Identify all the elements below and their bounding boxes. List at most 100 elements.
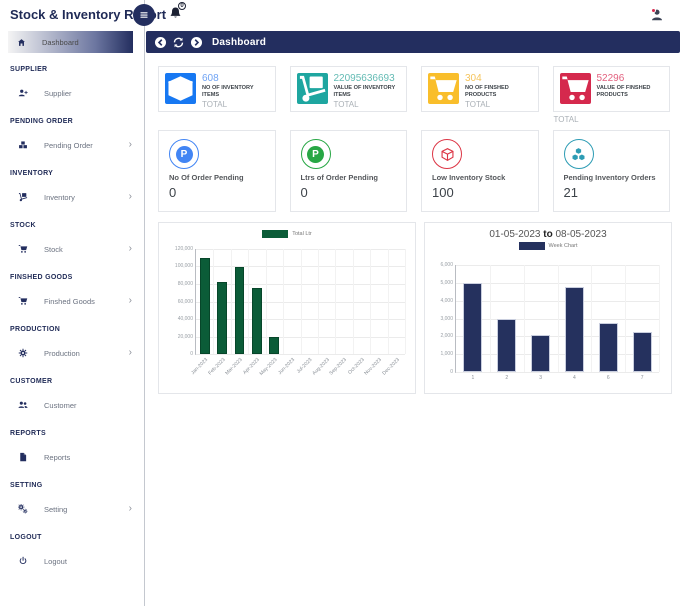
cart-icon (18, 244, 28, 254)
sidebar-section-header: INVENTORY (10, 170, 54, 177)
sidebar-section-header: PRODUCTION (10, 326, 61, 333)
dolly-icon (18, 192, 28, 202)
sidebar-toggle-button[interactable] (133, 4, 155, 26)
sidebar-item-label: Pending Order (44, 140, 93, 150)
monthly-bar-chart: 120,000 100,000 80,000 60,000 40,000 20,000 0 J… (175, 246, 406, 377)
stat-value: 304 (465, 73, 482, 84)
summary-card-label: Ltrs of Order Pending (300, 173, 379, 182)
x-axis-tick: 1 (471, 375, 475, 381)
summary-card: P No Of Order Pending 0 (158, 130, 276, 212)
chevron-right-icon: › (128, 503, 132, 514)
summary-card-label: Pending Inventory Orders (563, 173, 656, 182)
x-axis-tick: Feb-2023 (206, 357, 227, 377)
sidebar-item-finshed-goods[interactable]: Finshed Goods › (0, 290, 144, 312)
sidebar: Dashboard SUPPLIER Supplier PENDING ORDER P… (0, 0, 145, 606)
forward-button[interactable] (190, 36, 203, 49)
sidebar-section: PRODUCTION Production › (0, 317, 144, 364)
pending-circle-icon: P (169, 139, 199, 169)
summary-card-value: 0 (300, 184, 308, 200)
chart-legend: Total Ltr (159, 230, 415, 238)
chart-bar (252, 287, 262, 354)
stat-label: VALUE OF FINSHED PRODUCTS (596, 85, 651, 98)
y-axis-tick: 5,000 (440, 279, 453, 286)
sidebar-item-supplier[interactable]: Supplier (0, 82, 144, 104)
legend-swatch (518, 242, 545, 250)
stat-text: 22095636693 VALUE OF INVENTORY ITEMS TOTAL (334, 73, 401, 109)
chart-bar (269, 336, 280, 354)
y-axis-tick: 80,000 (177, 280, 193, 287)
box-icon (165, 73, 196, 104)
sidebar-item-production[interactable]: Production › (0, 342, 144, 364)
chart-title-start: 01-05-2023 (489, 229, 541, 240)
stat-sub: TOTAL (202, 100, 228, 109)
sidebar-item-label: Finshed Goods (44, 296, 95, 306)
sidebar-item-reports[interactable]: Reports (0, 446, 144, 468)
y-axis-tick: 2,000 (440, 333, 453, 340)
y-axis-tick: 120,000 (174, 246, 193, 252)
gridline (659, 265, 660, 372)
sidebar-item-logout[interactable]: Logout (0, 550, 144, 572)
x-axis-tick: Mar-2023 (224, 357, 244, 377)
x-axis-tick: 7 (640, 375, 644, 381)
sidebar-item-inventory[interactable]: Inventory › (0, 186, 144, 208)
weekly-chart-card: 01-05-2023 to 08-05-2023 Week Chart 6,00… (424, 222, 672, 394)
home-icon (17, 38, 26, 47)
summary-card: P Ltrs of Order Pending 0 (289, 130, 407, 212)
sidebar-item-pending-order[interactable]: Pending Order › (0, 134, 144, 156)
charts-row: Total Ltr 120,000 100,000 80,000 60,000 40,0… (158, 222, 672, 394)
sidebar-item-setting[interactable]: Setting › (0, 498, 144, 520)
cube-outline-icon (432, 139, 462, 169)
chart-legend: Week Chart (425, 242, 671, 250)
gridline (230, 249, 232, 354)
chevron-right-icon: › (128, 295, 132, 306)
chart-bar (531, 334, 551, 372)
sidebar-item-label: Logout (44, 556, 67, 566)
stat-card: 304 NO OF FINSHED PRODUCTS TOTAL (421, 66, 539, 112)
y-axis-tick: 40,000 (177, 315, 193, 322)
sidebar-item-label: Reports (44, 452, 71, 462)
back-button[interactable] (154, 36, 167, 49)
boxes-icon (18, 140, 28, 150)
cart-icon (559, 73, 591, 104)
summary-card-label: Low Inventory Stock (432, 173, 506, 182)
p-letter-icon: P (307, 145, 324, 163)
sidebar-section: STOCK Stock › (0, 213, 144, 260)
stat-label: NO OF FINSHED PRODUCTS (465, 85, 509, 98)
legend-label: Week Chart (548, 243, 578, 249)
gridline (557, 265, 559, 372)
chart-title: 01-05-2023 to 08-05-2023 (425, 229, 671, 240)
user-status-dot (651, 8, 656, 13)
y-axis-tick: 1,000 (440, 351, 453, 358)
sidebar-item-label: Stock (44, 244, 63, 254)
y-axis-tick: 20,000 (177, 333, 193, 340)
sidebar-item-dashboard[interactable]: Dashboard (8, 31, 133, 53)
refresh-button[interactable] (172, 36, 185, 49)
stat-text: 608 NO OF INVENTORY ITEMS TOTAL (202, 73, 269, 109)
chart-bar (234, 266, 245, 354)
chevron-right-icon: › (128, 139, 132, 150)
chart-bar (632, 331, 652, 372)
sidebar-section-header: LOGOUT (10, 534, 42, 541)
sidebar-section: PENDING ORDER Pending Order › (0, 109, 144, 156)
summary-card-value: 0 (169, 184, 177, 200)
sidebar-item-stock[interactable]: Stock › (0, 238, 144, 260)
gridline (300, 249, 302, 354)
notification-count-badge: 0 (178, 2, 186, 10)
x-axis-tick: Jan-2023 (189, 357, 209, 376)
notifications-button[interactable]: 0 (168, 2, 186, 21)
sidebar-section-header: STOCK (10, 222, 36, 229)
dolly-icon (296, 73, 328, 104)
hamburger-icon (138, 9, 150, 21)
sidebar-section: LOGOUT Logout (0, 525, 144, 572)
x-axis-tick: Sep-2023 (328, 357, 349, 377)
sidebar-item-label: Supplier (44, 88, 72, 98)
user-menu-button[interactable] (650, 8, 664, 22)
sidebar-section-header: FINSHED GOODS (10, 274, 73, 281)
summary-card-value: 21 (563, 184, 578, 200)
sidebar-section: REPORTS Reports (0, 421, 144, 468)
cubes-icon (571, 147, 586, 162)
sidebar-section: SETTING Setting › (0, 473, 144, 520)
sidebar-item-customer[interactable]: Customer (0, 394, 144, 416)
chart-bar (598, 322, 618, 372)
chart-bar (564, 287, 584, 372)
